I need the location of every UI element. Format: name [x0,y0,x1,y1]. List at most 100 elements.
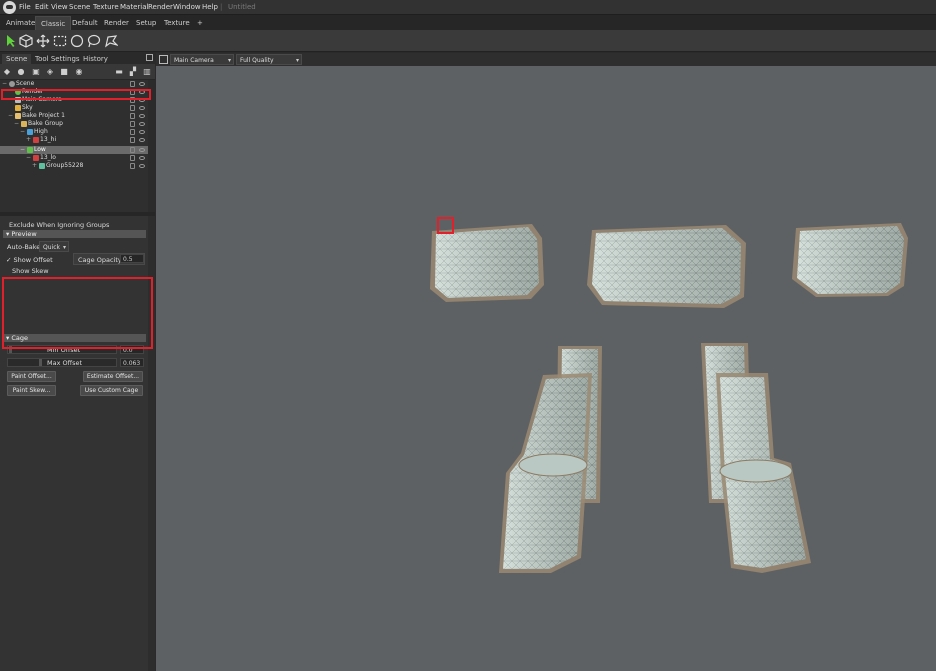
tree-item-scene[interactable]: − Scene [0,80,148,88]
eye-icon[interactable] [139,156,145,160]
tab-classic[interactable]: Classic [35,16,72,30]
left-panel: Scene Tool Settings History ◆ ● ▣ ◈ ■ ◉ … [0,53,155,671]
tree-item-13-lo[interactable]: − 13_lo [0,154,148,162]
mesh-block-center[interactable] [587,225,746,308]
mesh-cylinder-right-front[interactable] [716,373,811,573]
lock-icon[interactable] [130,121,135,127]
tab-scene[interactable]: Scene [2,54,32,64]
camera-select[interactable]: Main Camera [170,54,234,66]
sky-icon [15,105,21,111]
autobake-select[interactable]: Quick [39,241,69,253]
lock-icon[interactable] [130,147,135,153]
lock-icon[interactable] [130,163,135,169]
mesh-icon [27,147,33,153]
mesh-cylinder-left-front[interactable] [499,373,592,573]
use-custom-cage-button[interactable]: Use Custom Cage [80,385,143,396]
panel-tab-bar: Scene Tool Settings History [0,53,155,64]
popout-icon[interactable] [146,54,153,61]
lock-icon[interactable] [130,105,135,111]
add-material-icon[interactable]: ◈ [45,67,55,77]
camera-icon[interactable] [159,55,168,64]
lasso-select-icon[interactable] [86,34,101,49]
mesh-block-right[interactable] [792,223,908,297]
tab-history[interactable]: History [79,54,112,64]
tree-item-bake-project[interactable]: − Bake Project 1 [0,112,148,120]
viewport-toolbar: Main Camera Full Quality [156,53,936,66]
paint-offset-button[interactable]: Paint Offset... [7,371,56,382]
mesh-scene [430,223,908,573]
eye-icon[interactable] [139,148,145,152]
new-folder-icon[interactable]: ▬ [114,67,124,77]
eye-icon[interactable] [139,82,145,86]
eye-icon[interactable] [139,122,145,126]
folder-icon [21,121,27,127]
menu-texture[interactable]: Texture [93,3,119,11]
lock-icon[interactable] [130,129,135,135]
freeform-select-icon[interactable] [103,34,119,49]
lock-icon[interactable] [130,155,135,161]
max-offset-label: Max Offset [47,359,83,367]
highlight-cage-section [2,277,153,349]
menu-scene[interactable]: Scene [69,3,90,11]
add-light-icon[interactable]: ● [16,67,26,77]
menu-edit[interactable]: Edit [35,3,49,11]
autobake-label: Auto-Bake [7,243,41,251]
select-arrow-icon[interactable] [3,34,18,49]
tree-item-high[interactable]: − High [0,128,148,136]
mesh-block-left[interactable] [430,224,544,302]
lock-icon[interactable] [130,137,135,143]
eye-icon[interactable] [139,164,145,168]
show-offset-checkbox[interactable]: ✓ Show Offset [6,256,53,264]
tree-item-group55228[interactable]: + Group55228 [0,162,148,170]
tree-item-13-hi[interactable]: + 13_hi [0,136,148,144]
mesh-icon [27,129,33,135]
menu-material[interactable]: Material [120,3,148,11]
menu-render[interactable]: Render [148,3,173,11]
paint-skew-button[interactable]: Paint Skew... [7,385,56,396]
lock-icon[interactable] [130,81,135,87]
workspace-tab-bar: Animate Classic Default Render Setup Tex… [0,15,936,30]
eye-icon[interactable] [139,106,145,110]
lock-icon[interactable] [130,113,135,119]
tree-item-sky[interactable]: Sky [0,104,148,112]
menu-window[interactable]: Window [173,3,201,11]
eye-icon[interactable] [139,138,145,142]
tree-item-bake-group[interactable]: − Bake Group [0,120,148,128]
add-object-icon[interactable]: ◆ [2,67,12,77]
app-logo-icon [3,1,16,14]
cage-opacity-label: Cage Opacity [78,256,122,264]
add-mesh-icon[interactable]: ■ [59,67,69,77]
preview-section-header[interactable]: ▾ Preview [3,230,146,238]
scene-icon [9,81,15,87]
quality-select[interactable]: Full Quality [236,54,302,66]
tab-render[interactable]: Render [99,16,134,30]
mesh-icon [33,155,39,161]
add-tab-button[interactable]: + [192,16,208,30]
add-camera-icon[interactable]: ▣ [31,67,41,77]
highlight-viewport-corner [437,217,454,234]
add-bake-icon[interactable]: ◉ [74,67,84,77]
exclude-label[interactable]: Exclude When Ignoring Groups [9,221,109,229]
cage-opacity-field[interactable]: 0.5 [120,254,144,263]
eye-icon[interactable] [139,130,145,134]
delete-icon[interactable]: ▥ [142,67,152,77]
menu-file[interactable]: File [19,3,31,11]
tab-setup[interactable]: Setup [131,16,161,30]
group-icon[interactable]: ▞ [128,67,138,77]
tab-texture[interactable]: Texture [159,16,195,30]
eye-icon[interactable] [139,114,145,118]
tab-tool-settings[interactable]: Tool Settings [31,54,84,64]
3d-viewport[interactable] [156,53,936,671]
circle-select-icon[interactable] [69,34,84,49]
rect-select-icon[interactable] [52,34,67,49]
tree-item-low[interactable]: − Low [0,146,148,154]
estimate-offset-button[interactable]: Estimate Offset... [83,371,143,382]
menu-view[interactable]: View [51,3,68,11]
max-offset-field[interactable]: 0.063 [120,358,144,367]
tab-default[interactable]: Default [67,16,103,30]
transform-gizmo-icon[interactable] [35,34,50,49]
show-skew-checkbox[interactable]: Show Skew [12,267,49,275]
menu-help[interactable]: Help [202,3,218,11]
cube-object-icon[interactable] [18,34,33,49]
outliner-toolbar: ◆ ● ▣ ◈ ■ ◉ ▬ ▞ ▥ [0,64,155,80]
